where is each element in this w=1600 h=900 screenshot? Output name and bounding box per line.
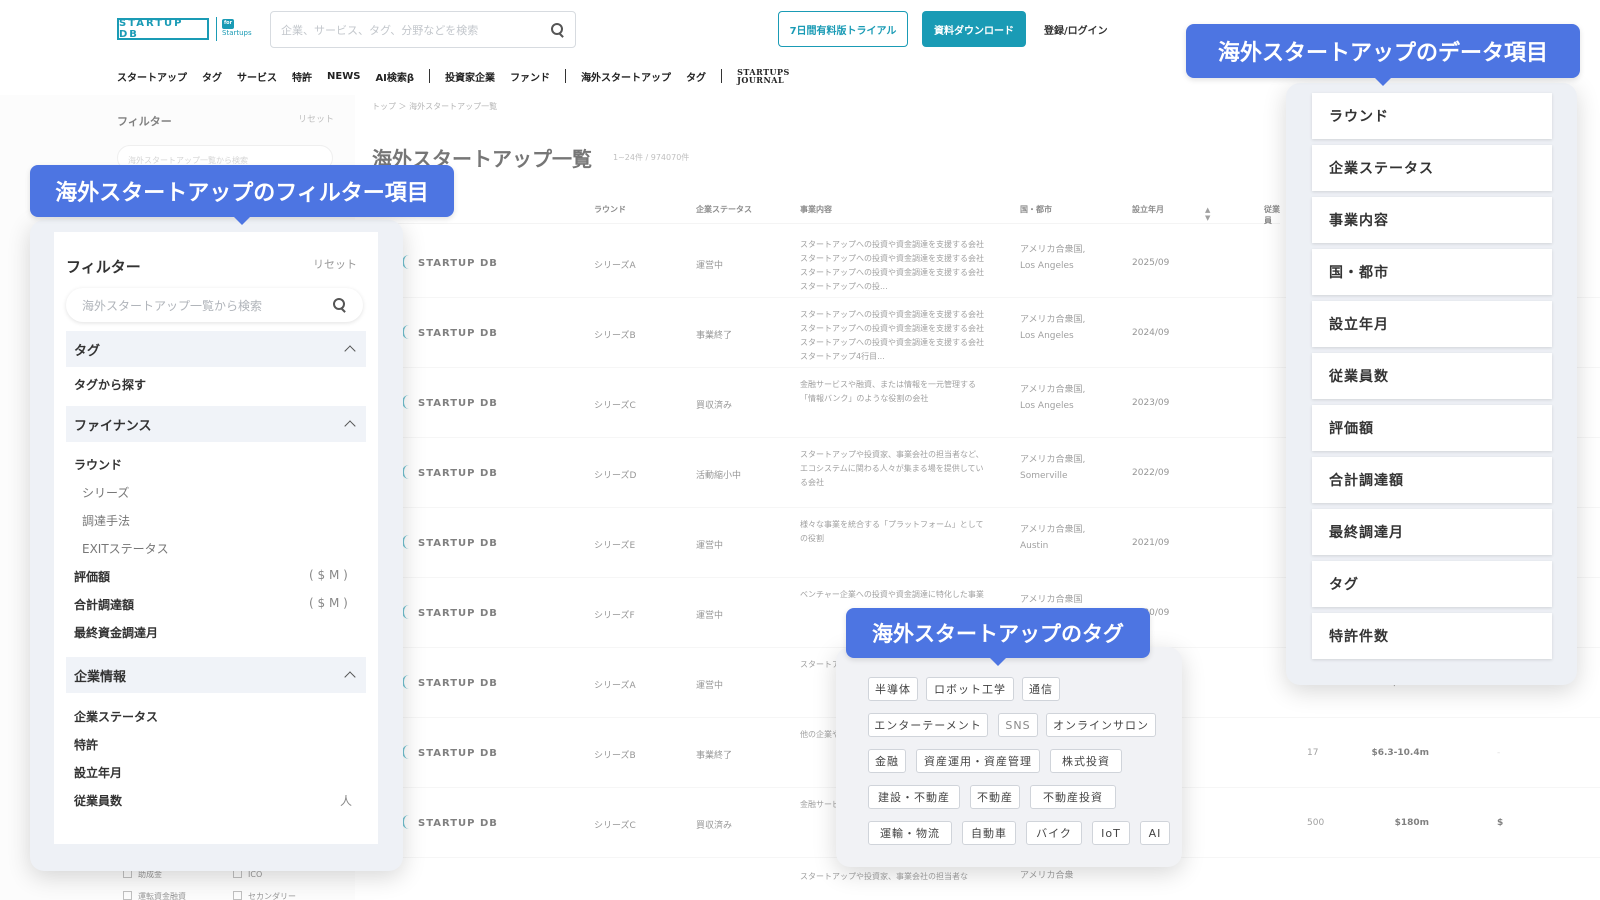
total-raised-unit: ( $ M ) (309, 596, 348, 610)
tag-panel: 半導体 ロボット工学 通信 エンターテーメント SNS オンラインサロン 金融 … (836, 647, 1182, 867)
data-item-patents: 特許件数 (1312, 613, 1552, 659)
startups-journal-logo[interactable]: STARTUPS JOURNAL (737, 68, 790, 84)
tag-chip[interactable]: 通信 (1022, 677, 1060, 701)
tag-callout: 海外スタートアップのタグ (846, 608, 1150, 666)
nav-divider (721, 69, 723, 83)
nav-item-startups[interactable]: スタートアップ (117, 69, 187, 84)
data-item-round: ラウンド (1312, 93, 1552, 139)
nav-item-overseas-tags[interactable]: タグ (686, 69, 706, 84)
filter-employees[interactable]: 従業員数 (74, 792, 122, 809)
filter-search-placeholder: 海外スタートアップ一覧から検索 (82, 298, 263, 313)
filter-title: フィルター (66, 258, 141, 276)
section-finance-label: ファイナンス (74, 418, 152, 434)
tag-chip[interactable]: 資産運用・資産管理 (916, 749, 1040, 773)
section-tag[interactable]: タグ (66, 331, 366, 367)
tag-chip[interactable]: バイク (1026, 821, 1082, 845)
tag-chip[interactable]: 自動車 (962, 821, 1016, 845)
data-item-status: 企業ステータス (1312, 145, 1552, 191)
filter-reset-link[interactable]: リセット (313, 256, 357, 272)
search-icon[interactable] (551, 22, 565, 37)
journal-line2: JOURNAL (737, 75, 785, 85)
for-badge: for (222, 19, 234, 29)
nav-item-tags[interactable]: タグ (202, 69, 222, 84)
nav-item-services[interactable]: サービス (237, 69, 277, 84)
filter-card: フィルター リセット 海外スタートアップ一覧から検索 タグ タグから探す ファイ… (54, 232, 378, 844)
tag-chip[interactable]: AI (1140, 821, 1170, 845)
tag-chip[interactable]: 建設・不動産 (868, 785, 960, 809)
tag-chip[interactable]: 半導体 (868, 677, 918, 701)
data-item-location: 国・都市 (1312, 249, 1552, 295)
login-link[interactable]: 登録/ログイン (1044, 22, 1108, 37)
section-company-label: 企業情報 (74, 669, 127, 685)
startup-db-logo[interactable]: STARTUP DB (117, 18, 209, 40)
nav-item-news[interactable]: NEWS (327, 71, 360, 82)
nav-item-ai-search[interactable]: AI検索β (375, 69, 414, 84)
data-item-business: 事業内容 (1312, 197, 1552, 243)
tag-chip[interactable]: 不動産 (970, 785, 1020, 809)
tag-chip[interactable]: SNS (998, 713, 1038, 737)
main-nav: スタートアップ タグ サービス 特許 NEWS AI検索β 投資家企業 ファンド… (117, 68, 790, 84)
data-item-total-raised: 合計調達額 (1312, 457, 1552, 503)
tag-chip[interactable]: 株式投資 (1050, 749, 1122, 773)
data-items-panel: ラウンド 企業ステータス 事業内容 国・都市 設立年月 従業員数 評価額 合計調… (1286, 83, 1577, 685)
filter-search-input[interactable]: 海外スタートアップ一覧から検索 (66, 288, 363, 322)
section-company[interactable]: 企業情報 (66, 657, 366, 693)
data-items-callout: 海外スタートアップのデータ項目 (1186, 24, 1580, 86)
filter-callout: 海外スタートアップのフィルター項目 (30, 165, 454, 225)
data-item-tags: タグ (1312, 561, 1552, 607)
chevron-up-icon (344, 345, 356, 357)
employees-unit: 人 (340, 794, 353, 808)
section-tag-label: タグ (74, 343, 101, 359)
tag-chip[interactable]: 金融 (868, 749, 906, 773)
nav-item-funds[interactable]: ファンド (510, 69, 550, 84)
filter-series[interactable]: シリーズ (82, 484, 129, 501)
trial-button[interactable]: 7日間有料版トライアル (778, 11, 908, 47)
chevron-up-icon (344, 420, 356, 432)
tag-chip[interactable]: IoT (1092, 821, 1130, 845)
data-item-employees: 従業員数 (1312, 353, 1552, 399)
data-item-last-funding: 最終調達月 (1312, 509, 1552, 555)
global-search-placeholder: 企業、サービス、タグ、分野などを検索 (281, 23, 479, 37)
startups-sublogo: for Startups (222, 18, 252, 38)
filter-exit-status[interactable]: EXITステータス (82, 540, 169, 557)
tag-chip[interactable]: オンラインサロン (1046, 713, 1156, 737)
tag-chip[interactable]: ロボット工学 (926, 677, 1014, 701)
search-icon[interactable] (333, 298, 347, 312)
nav-divider (429, 69, 431, 83)
filter-valuation[interactable]: 評価額 (74, 568, 110, 585)
filter-panel: フィルター リセット 海外スタートアップ一覧から検索 タグ タグから探す ファイ… (30, 220, 403, 871)
tag-chip[interactable]: 運輸・物流 (868, 821, 952, 845)
tag-chip[interactable]: エンターテーメント (868, 713, 988, 737)
filter-total-raised[interactable]: 合計調達額 (74, 596, 134, 613)
section-finance[interactable]: ファイナンス (66, 406, 366, 442)
filter-company-status[interactable]: 企業ステータス (74, 708, 158, 725)
filter-last-funding[interactable]: 最終資金調達月 (74, 624, 158, 641)
global-search-input[interactable]: 企業、サービス、タグ、分野などを検索 (270, 11, 576, 48)
filter-founded[interactable]: 設立年月 (74, 764, 122, 781)
download-button[interactable]: 資料ダウンロード (922, 11, 1026, 47)
logo-divider (216, 17, 217, 41)
nav-item-patents[interactable]: 特許 (292, 69, 312, 84)
nav-item-investors[interactable]: 投資家企業 (445, 69, 495, 84)
nav-divider (565, 69, 567, 83)
filter-round[interactable]: ラウンド (74, 456, 122, 473)
startups-label: Startups (222, 29, 252, 37)
nav-item-overseas-startups[interactable]: 海外スタートアップ (581, 69, 671, 84)
data-item-valuation: 評価額 (1312, 405, 1552, 451)
tag-search-link[interactable]: タグから探す (74, 376, 146, 393)
data-item-founded: 設立年月 (1312, 301, 1552, 347)
filter-method[interactable]: 調達手法 (82, 512, 130, 529)
filter-patent[interactable]: 特許 (74, 736, 98, 753)
tag-chip[interactable]: 不動産投資 (1030, 785, 1116, 809)
valuation-unit: ( $ M ) (309, 568, 348, 582)
chevron-up-icon (344, 671, 356, 683)
